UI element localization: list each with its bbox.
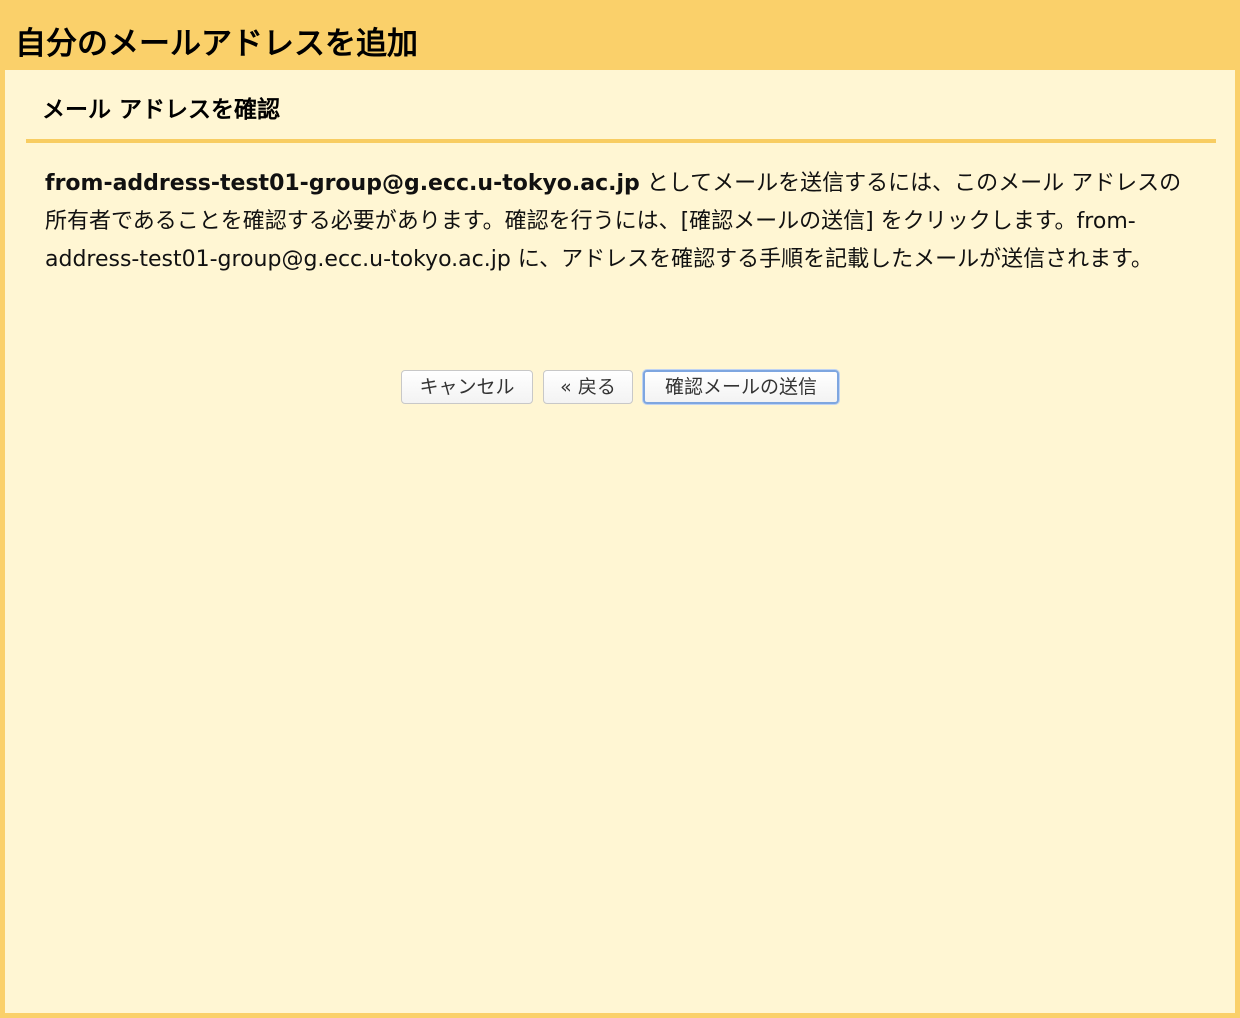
back-button[interactable]: « 戻る: [543, 370, 633, 404]
message-text-part2: に、アドレスを確認する手順を記載したメールが送信されます。: [510, 247, 1153, 272]
verification-message: from-address-test01-group@g.ecc.u-tokyo.…: [45, 165, 1195, 279]
window-title: 自分のメールアドレスを追加: [15, 26, 418, 62]
title-bar: 自分のメールアドレスを追加: [0, 0, 1240, 70]
email-address-bold: from-address-test01-group@g.ecc.u-tokyo.…: [45, 171, 640, 196]
send-verification-button[interactable]: 確認メールの送信: [643, 370, 839, 404]
add-email-address-window: 自分のメールアドレスを追加 メール アドレスを確認 from-address-t…: [0, 0, 1240, 1018]
content-panel: メール アドレスを確認 from-address-test01-group@g.…: [5, 70, 1235, 1013]
heading-divider: [26, 139, 1216, 143]
section-heading: メール アドレスを確認: [42, 97, 281, 123]
button-row: キャンセル « 戻る 確認メールの送信: [401, 370, 849, 406]
cancel-button[interactable]: キャンセル: [401, 370, 533, 404]
